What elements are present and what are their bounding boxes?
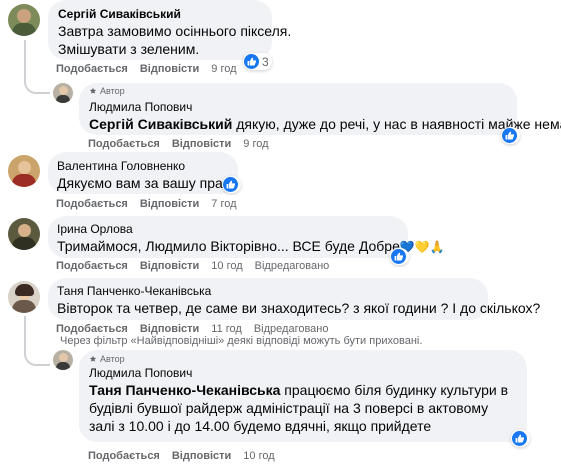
like-button[interactable]: Подобається bbox=[56, 63, 128, 75]
reply-button[interactable]: Відповісти bbox=[172, 450, 231, 462]
mention-link[interactable]: Сергій Сиваківський bbox=[89, 116, 232, 132]
avatar[interactable] bbox=[8, 4, 40, 36]
comment-text: Змішувати з зеленим. bbox=[58, 41, 200, 57]
comment-text: Таня Панченко-Чеканівська працюємо біля … bbox=[89, 382, 509, 434]
author-icon bbox=[89, 87, 97, 94]
like-icon bbox=[244, 54, 259, 69]
like-icon bbox=[223, 177, 238, 192]
comment-actions: Подобається Відповісти 10 год bbox=[88, 450, 275, 462]
like-button[interactable]: Подобається bbox=[88, 450, 160, 462]
comment-text: Дякуємо вам за вашу працю bbox=[57, 175, 242, 191]
reaction-count[interactable]: 3 bbox=[243, 53, 272, 70]
avatar[interactable] bbox=[53, 83, 73, 103]
comment-text: Вівторок та четвер, де саме ви знаходите… bbox=[57, 300, 541, 316]
timestamp[interactable]: 7 год bbox=[211, 198, 236, 210]
reaction-count[interactable] bbox=[511, 430, 530, 447]
reaction-count[interactable] bbox=[390, 248, 409, 265]
like-button[interactable]: Подобається bbox=[88, 138, 160, 150]
comment-text: Тримаймося, Людмило Вікторівно... ВСЕ бу… bbox=[57, 238, 445, 254]
comment-author[interactable]: Ірина Орлова bbox=[57, 222, 133, 236]
reaction-count[interactable] bbox=[222, 176, 241, 193]
like-icon bbox=[391, 249, 406, 264]
comment-author[interactable]: Людмила Попович bbox=[89, 100, 192, 114]
like-button[interactable]: Подобається bbox=[56, 260, 128, 272]
like-button[interactable]: Подобається bbox=[56, 323, 128, 335]
avatar[interactable] bbox=[8, 218, 40, 250]
reply-thread-line bbox=[24, 40, 50, 94]
comment-actions: Подобається Відповісти 7 год bbox=[56, 198, 237, 210]
reply-button[interactable]: Відповісти bbox=[140, 260, 199, 272]
avatar[interactable] bbox=[53, 350, 73, 370]
filter-note: Через фільтр «Найвідповідніші» деякі від… bbox=[60, 335, 423, 347]
reply-button[interactable]: Відповісти bbox=[140, 323, 199, 335]
avatar[interactable] bbox=[8, 155, 40, 187]
comment-actions: Подобається Відповісти 9 год bbox=[56, 63, 237, 75]
comment-text: Завтра замовимо осіннього пікселя. bbox=[58, 23, 292, 39]
like-button[interactable]: Подобається bbox=[56, 198, 128, 210]
timestamp[interactable]: 9 год bbox=[211, 63, 236, 75]
mention-link[interactable]: Таня Панченко-Чеканівська bbox=[89, 382, 280, 398]
like-icon bbox=[512, 431, 527, 446]
reaction-count[interactable] bbox=[501, 127, 520, 144]
reply-button[interactable]: Відповісти bbox=[140, 198, 199, 210]
author-badge: Автор bbox=[89, 354, 125, 364]
timestamp[interactable]: 11 год bbox=[211, 323, 242, 335]
comment-author[interactable]: Сергій Сиваківський bbox=[58, 7, 181, 21]
avatar[interactable] bbox=[8, 281, 40, 313]
comment-author[interactable]: Таня Панченко-Чеканівська bbox=[57, 284, 211, 298]
comment-actions: Подобається Відповісти 9 год bbox=[88, 138, 269, 150]
reply-button[interactable]: Відповісти bbox=[140, 63, 199, 75]
comment-author[interactable]: Валентина Головненко bbox=[57, 159, 185, 173]
reply-thread-line bbox=[24, 316, 50, 366]
author-badge: Автор bbox=[89, 86, 125, 96]
comment-author[interactable]: Людмила Попович bbox=[89, 366, 192, 380]
author-icon bbox=[89, 355, 97, 362]
comment-actions: Подобається Відповісти 11 год Відредагов… bbox=[56, 323, 329, 335]
comment-text: Сергій Сиваківський дякую, дуже до речі,… bbox=[89, 116, 561, 132]
timestamp[interactable]: 10 год bbox=[211, 260, 242, 272]
timestamp[interactable]: 10 год bbox=[243, 450, 274, 462]
like-icon bbox=[502, 128, 517, 143]
timestamp[interactable]: 9 год bbox=[243, 138, 268, 150]
edited-label: Відредаговано bbox=[253, 323, 329, 335]
reply-button[interactable]: Відповісти bbox=[172, 138, 231, 150]
comment-actions: Подобається Відповісти 10 год Відредагов… bbox=[56, 260, 329, 272]
edited-label: Відредаговано bbox=[254, 260, 330, 272]
